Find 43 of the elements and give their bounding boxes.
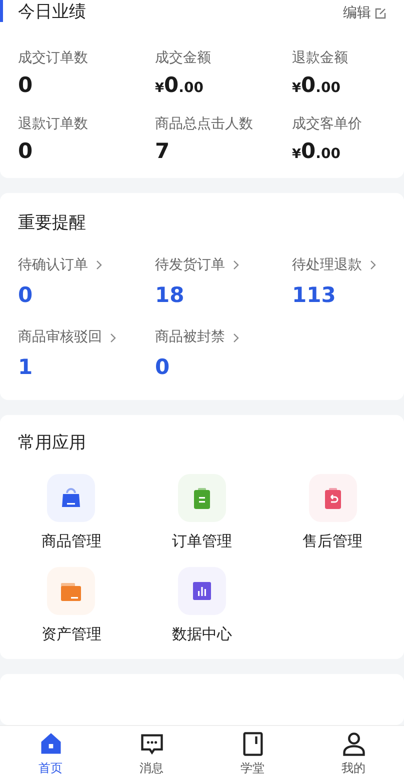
reminder-link[interactable]: 待处理退款 [292,254,386,276]
metric-label: 成交金额 [155,49,212,68]
app-shortcut[interactable]: 商品管理 [6,474,137,553]
reminder-link[interactable]: 商品被封禁 [155,327,292,348]
tab-bar-item[interactable]: 学堂 [202,726,303,781]
tab-bar-item[interactable]: 首页 [0,726,101,781]
metric-value: 0 [18,73,34,98]
metric-label: 成交客单价 [292,115,363,134]
accent-bar [0,0,3,22]
chevron-icon [110,332,116,343]
metric-value: ¥0.00 [292,73,342,98]
app-shortcut[interactable]: 数据中心 [136,566,268,646]
reminder-link[interactable]: 商品审核驳回 [18,327,155,348]
edit-link[interactable]: 编辑 [343,2,386,24]
chevron-icon [370,260,376,270]
metric-value: ¥0.00 [292,139,342,164]
section-title: 常用应用 [17,432,87,455]
chevron-icon [96,260,102,270]
metric-label: 退款金额 [292,49,349,68]
reminder-link[interactable]: 待发货订单 [155,254,292,276]
app-shortcut[interactable]: 售后管理 [267,474,398,553]
reminder-count: 1 [18,354,34,382]
reminder-count: 0 [155,354,171,382]
metric-value: ¥0.00 [155,73,204,98]
metric-value: 0 [18,139,34,164]
reminder-count: 0 [18,282,34,309]
profile-icon [340,730,366,756]
chevron-icon [233,332,239,343]
metric-label: 退款订单数 [18,115,89,134]
section-title: 重要提醒 [18,212,87,236]
reminder-link[interactable]: 待确认订单 [18,254,155,276]
metric-label: 成交订单数 [18,49,89,68]
app-shortcut[interactable]: 订单管理 [136,474,268,553]
section-title: 今日业绩 [18,1,86,24]
metric-value: 7 [155,139,171,164]
reminder-count: 113 [292,282,337,309]
chevron-icon [233,260,239,270]
edit-icon [375,8,386,18]
tab-bar-item[interactable]: 我的 [303,726,404,781]
reminder-count: 18 [155,282,186,309]
app-shortcut[interactable]: 资产管理 [6,566,137,646]
metric-label: 商品总点击人数 [155,115,254,134]
tab-bar-item[interactable]: 消息 [101,726,202,781]
